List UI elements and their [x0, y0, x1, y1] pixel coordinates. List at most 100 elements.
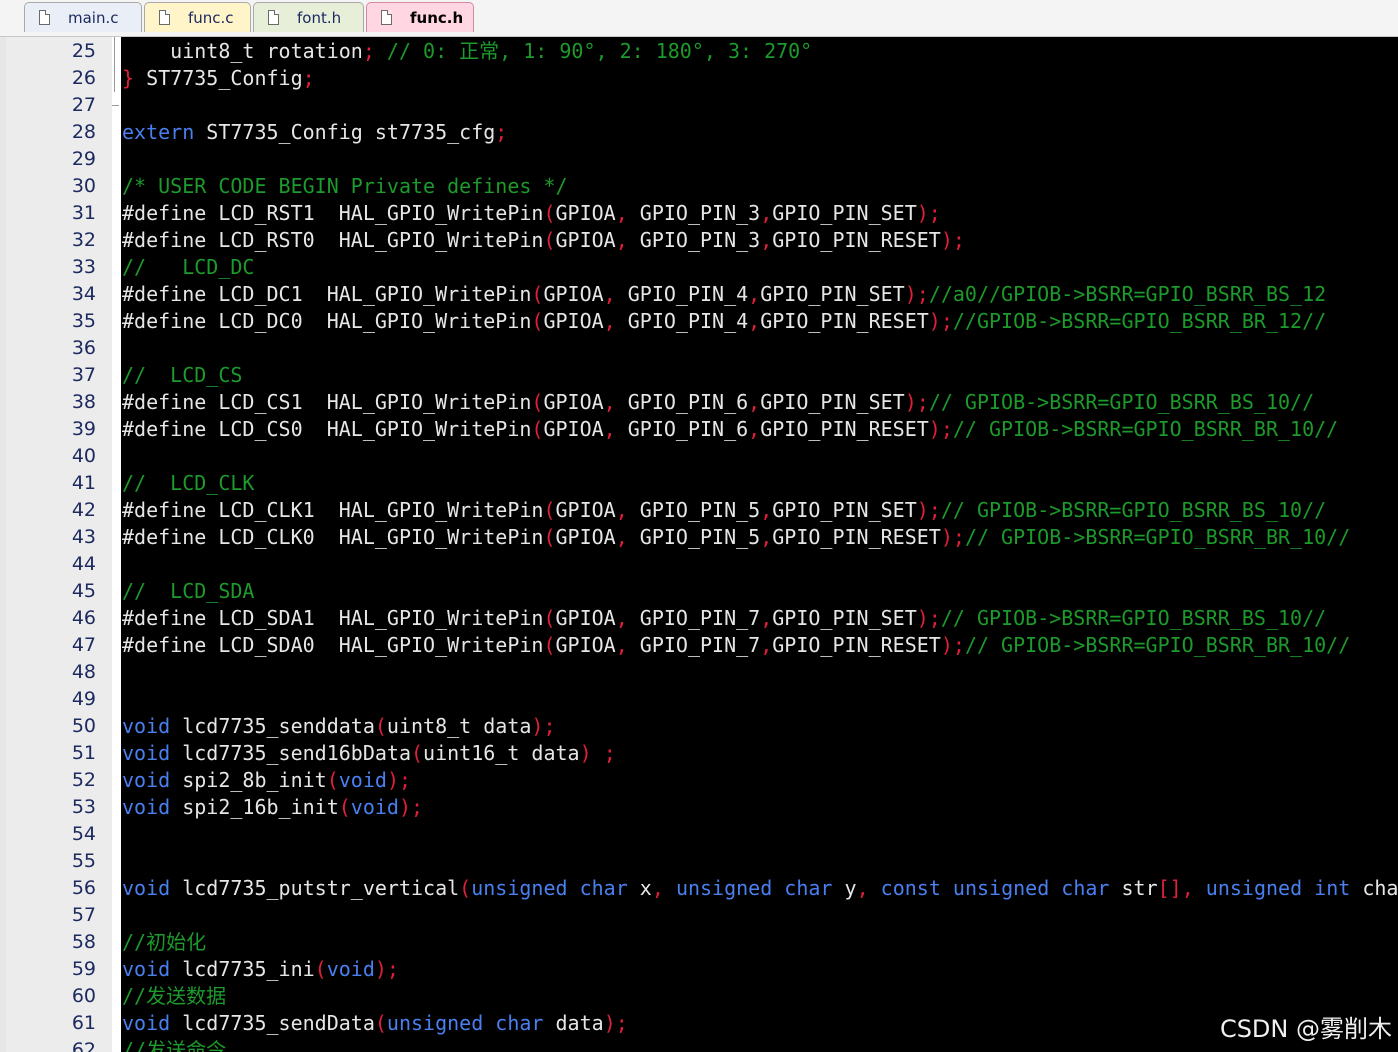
code-line[interactable]: 55 — [0, 848, 1398, 875]
code-line[interactable]: 39 #define LCD_CS0 HAL_GPIO_WritePin(GPIO… — [0, 416, 1398, 443]
code-editor[interactable]: 25 uint8_t rotation; // 0: 正常, 1: 90°, 2… — [0, 37, 1398, 1052]
code-token: ( — [314, 957, 327, 981]
code-line[interactable]: 42 #define LCD_CLK1 HAL_GPIO_WritePin(GPI… — [0, 497, 1398, 524]
code-line[interactable]: 29 — [0, 146, 1398, 173]
code-line[interactable]: 32 #define LCD_RST0 HAL_GPIO_WritePin(GPI… — [0, 227, 1398, 254]
code-token: unsigned char — [471, 876, 628, 900]
code-line[interactable]: 53 void spi2_16b_init(void); — [0, 794, 1398, 821]
code-token: lcd7735_ini — [170, 957, 315, 981]
code-line[interactable]: 58 //初始化 — [0, 929, 1398, 956]
code-line[interactable]: 46 #define LCD_SDA1 HAL_GPIO_WritePin(GPI… — [0, 605, 1398, 632]
code-line[interactable]: 52 void spi2_8b_init(void); — [0, 767, 1398, 794]
code-token: ( — [531, 390, 544, 414]
code-token: GPIOA — [555, 228, 616, 252]
code-token: //初始化 — [122, 930, 207, 954]
code-token: #define — [122, 390, 207, 414]
code-text: void lcd7735_putstr_vertical(unsigned ch… — [122, 875, 1398, 902]
code-line[interactable]: 48 — [0, 659, 1398, 686]
code-line[interactable]: 38 #define LCD_CS1 HAL_GPIO_WritePin(GPIO… — [0, 389, 1398, 416]
code-token: ); — [940, 633, 965, 657]
code-line[interactable]: 49 — [0, 686, 1398, 713]
code-line[interactable]: 62 //发送命令 — [0, 1037, 1398, 1052]
code-line[interactable]: 28 extern ST7735_Config st7735_cfg; — [0, 119, 1398, 146]
code-line[interactable]: 34 #define LCD_DC1 HAL_GPIO_WritePin(GPIO… — [0, 281, 1398, 308]
code-text: extern ST7735_Config st7735_cfg; — [122, 119, 507, 146]
file-tab-bar: main.c func.c font.h func.h — [0, 0, 1398, 37]
line-number: 61 — [71, 1012, 96, 1034]
line-number: 39 — [71, 418, 96, 440]
line-number: 28 — [71, 121, 96, 143]
tab-func-h[interactable]: func.h — [366, 2, 474, 32]
code-token: #define — [122, 417, 207, 441]
code-token: GPIO_PIN_RESET — [772, 228, 941, 252]
code-line[interactable]: 26} ST7735_Config; — [0, 65, 1398, 92]
code-line[interactable]: 37 // LCD_CS — [0, 362, 1398, 389]
line-number: 36 — [71, 337, 96, 359]
code-token: , — [615, 525, 628, 549]
code-token: GPIOA — [543, 282, 604, 306]
code-token: ST7735_Config st7735_cfg — [194, 120, 496, 144]
code-line[interactable]: 54 — [0, 821, 1398, 848]
code-line[interactable]: 27 — [0, 92, 1398, 119]
code-token: spi2_16b_init — [170, 795, 339, 819]
file-icon — [39, 10, 50, 25]
code-token: ); — [398, 795, 424, 819]
code-token: , — [748, 309, 761, 333]
code-line[interactable]: 56 void lcd7735_putstr_vertical(unsigned … — [0, 875, 1398, 902]
code-token: uint16_t data — [423, 741, 580, 765]
code-line[interactable]: 44 — [0, 551, 1398, 578]
code-token: ); — [531, 714, 556, 738]
code-line[interactable]: 36 — [0, 335, 1398, 362]
code-token: , — [615, 228, 628, 252]
code-line[interactable]: 35 #define LCD_DC0 HAL_GPIO_WritePin(GPIO… — [0, 308, 1398, 335]
code-token: GPIOA — [555, 201, 616, 225]
code-line[interactable]: 31 #define LCD_RST1 HAL_GPIO_WritePin(GPI… — [0, 200, 1398, 227]
line-number: 57 — [71, 904, 96, 926]
code-line[interactable]: 50 void lcd7735_senddata(uint8_t data); — [0, 713, 1398, 740]
code-line[interactable]: 59 void lcd7735_ini(void); — [0, 956, 1398, 983]
line-number: 62 — [71, 1039, 96, 1052]
code-token: // GPIOB->BSRR=GPIO_BSRR_BR_10// — [964, 633, 1351, 657]
code-token: GPIOA — [555, 498, 616, 522]
code-line[interactable]: 25 uint8_t rotation; // 0: 正常, 1: 90°, 2… — [0, 38, 1398, 65]
code-text: #define LCD_DC1 HAL_GPIO_WritePin(GPIOA,… — [122, 281, 1326, 308]
code-line[interactable]: 57 — [0, 902, 1398, 929]
code-line[interactable]: 30 /* USER CODE BEGIN Private defines */ — [0, 173, 1398, 200]
code-token: ( — [543, 498, 556, 522]
tab-func-c[interactable]: func.c — [144, 2, 251, 32]
code-token: data — [543, 1011, 604, 1035]
code-token: ( — [374, 714, 387, 738]
code-token: , — [760, 633, 773, 657]
code-token: GPIO_PIN_SET — [772, 606, 917, 630]
code-line[interactable]: 60 //发送数据 — [0, 983, 1398, 1010]
code-token: LCD_DC0 HAL_GPIO_WritePin — [206, 309, 532, 333]
code-text: #define LCD_SDA1 HAL_GPIO_WritePin(GPIOA… — [122, 605, 1326, 632]
code-token: void — [350, 795, 399, 819]
tab-font-h[interactable]: font.h — [253, 2, 364, 32]
code-token: ; — [302, 66, 315, 90]
code-line[interactable]: 61 void lcd7735_sendData(unsigned char da… — [0, 1010, 1398, 1037]
code-line[interactable]: 40 — [0, 443, 1398, 470]
code-token: GPIO_PIN_RESET — [760, 417, 929, 441]
code-line[interactable]: 41 // LCD_CLK — [0, 470, 1398, 497]
code-token: , — [748, 390, 761, 414]
line-number: 26 — [71, 67, 96, 89]
code-token: ( — [543, 633, 556, 657]
code-token: ( — [531, 309, 544, 333]
line-number: 38 — [71, 391, 96, 413]
code-text: void lcd7735_send16bData(uint16_t data) … — [122, 740, 616, 767]
code-line[interactable]: 47 #define LCD_SDA0 HAL_GPIO_WritePin(GPI… — [0, 632, 1398, 659]
tab-main-c[interactable]: main.c — [24, 2, 142, 32]
code-line[interactable]: 43 #define LCD_CLK0 HAL_GPIO_WritePin(GPI… — [0, 524, 1398, 551]
tab-label: func.h — [410, 8, 464, 27]
code-token: // GPIOB->BSRR=GPIO_BSRR_BS_10// — [928, 390, 1315, 414]
code-line[interactable]: 45 // LCD_SDA — [0, 578, 1398, 605]
code-token: extern — [122, 120, 195, 144]
line-number: 48 — [71, 661, 96, 683]
code-token: #define — [122, 633, 207, 657]
code-line[interactable]: 33 // LCD_DC — [0, 254, 1398, 281]
code-line[interactable]: 51 void lcd7735_send16bData(uint16_t data… — [0, 740, 1398, 767]
